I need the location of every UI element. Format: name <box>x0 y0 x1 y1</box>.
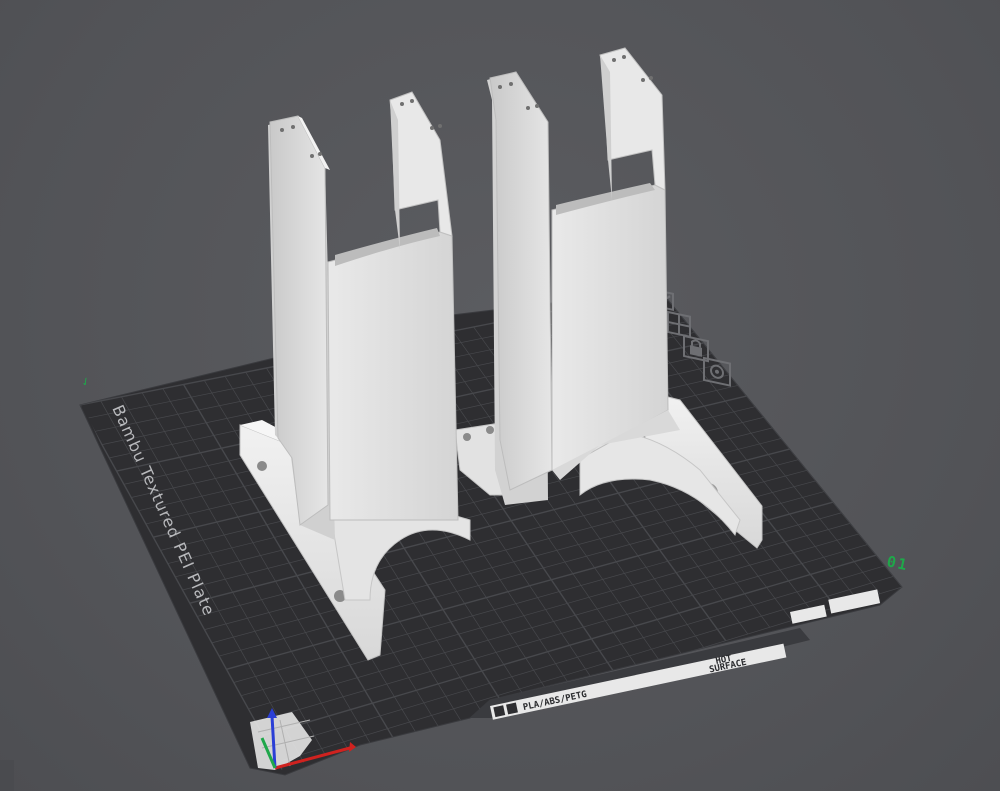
build-plate[interactable] <box>79 289 903 776</box>
origin-marker-label: ✓ <box>79 374 93 390</box>
3d-viewport[interactable]: Bambu Textured PEI Plate 01 ✓ PLA/ABS/PE… <box>0 0 1000 791</box>
scene-canvas[interactable]: Bambu Textured PEI Plate 01 ✓ PLA/ABS/PE… <box>0 0 1000 791</box>
model-left-tower <box>268 91 459 540</box>
corner-shade <box>0 760 14 791</box>
